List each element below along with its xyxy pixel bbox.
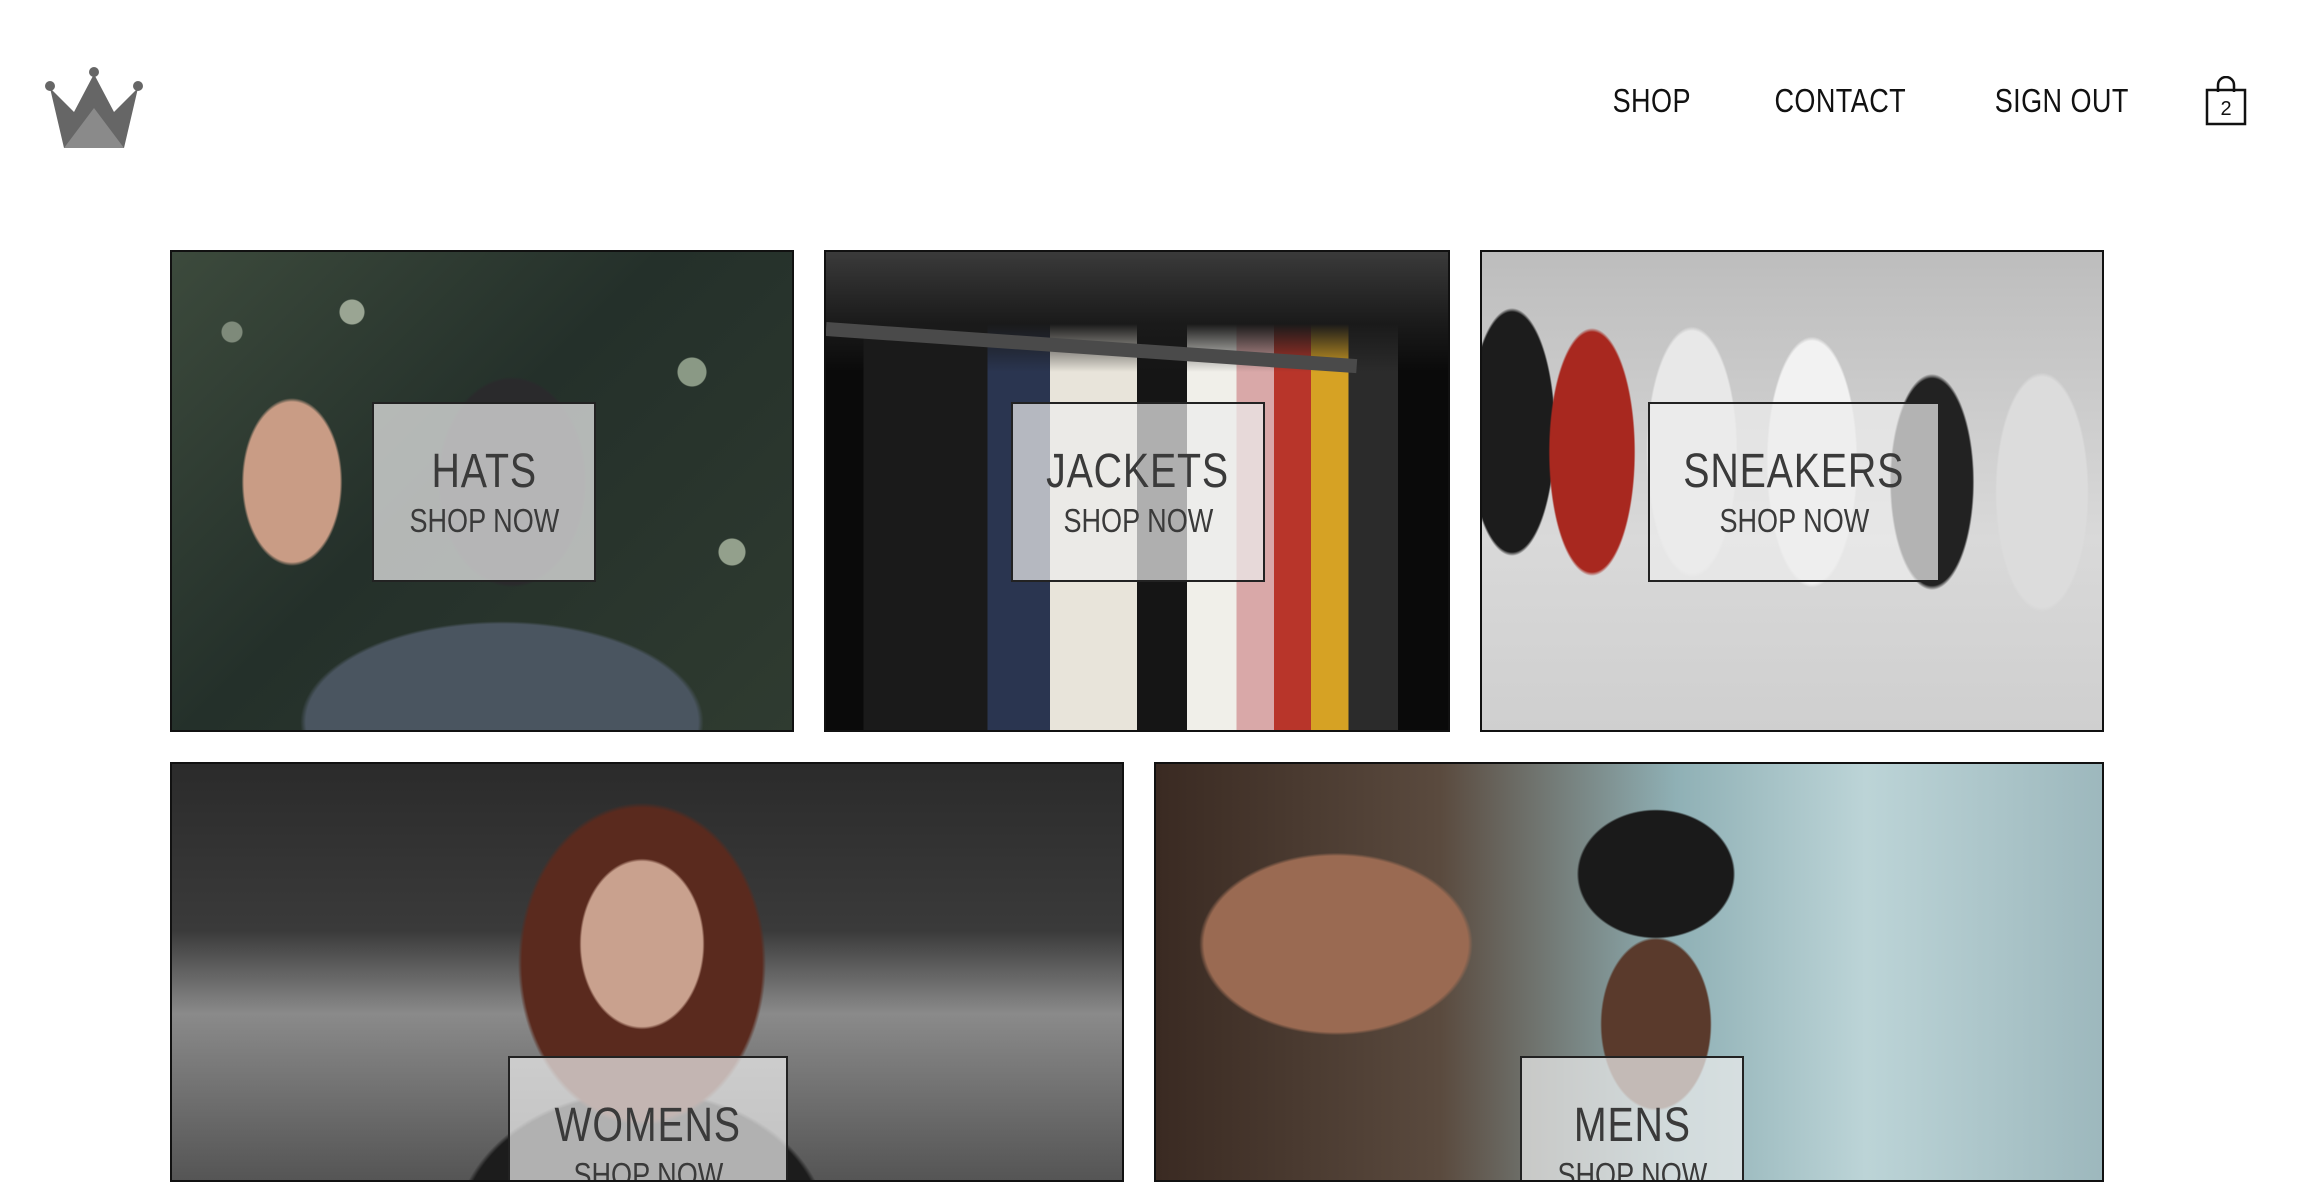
category-title: SNEAKERS [1684, 448, 1905, 496]
nav-sign-out-link[interactable]: SIGN OUT [1995, 82, 2129, 120]
crown-icon[interactable] [42, 64, 146, 150]
category-card-sneakers[interactable]: SNEAKERS SHOP NOW [1480, 250, 2104, 732]
category-card-hats[interactable]: HATS SHOP NOW [170, 250, 794, 732]
category-label-box[interactable]: MENS SHOP NOW [1520, 1056, 1744, 1182]
category-card-jackets[interactable]: JACKETS SHOP NOW [824, 250, 1450, 732]
shop-now-label: SHOP NOW [409, 504, 559, 537]
cart-button[interactable]: 2 [2204, 76, 2248, 126]
category-label-box[interactable]: HATS SHOP NOW [372, 402, 596, 582]
category-card-mens[interactable]: MENS SHOP NOW [1154, 762, 2104, 1182]
category-title: JACKETS [1047, 448, 1230, 496]
cart-item-count: 2 [2204, 98, 2248, 121]
nav-contact-link[interactable]: CONTACT [1774, 82, 1906, 120]
category-title: WOMENS [555, 1102, 741, 1150]
category-title: HATS [431, 448, 536, 496]
header: SHOP CONTACT SIGN OUT 2 [0, 0, 2302, 220]
nav-shop-link[interactable]: SHOP [1613, 82, 1691, 120]
category-label-box[interactable]: SNEAKERS SHOP NOW [1648, 402, 1940, 582]
nav-menu: SHOP CONTACT SIGN OUT 2 [1604, 66, 2248, 136]
category-title: MENS [1573, 1102, 1690, 1150]
category-label-box[interactable]: JACKETS SHOP NOW [1011, 402, 1265, 582]
shop-now-label: SHOP NOW [1719, 504, 1869, 537]
category-label-box[interactable]: WOMENS SHOP NOW [508, 1056, 788, 1182]
shop-now-label: SHOP NOW [1063, 504, 1213, 537]
category-card-womens[interactable]: WOMENS SHOP NOW [170, 762, 1124, 1182]
directory-menu: HATS SHOP NOW JACKETS SHOP NOW SNEAKERS … [170, 250, 2102, 1170]
